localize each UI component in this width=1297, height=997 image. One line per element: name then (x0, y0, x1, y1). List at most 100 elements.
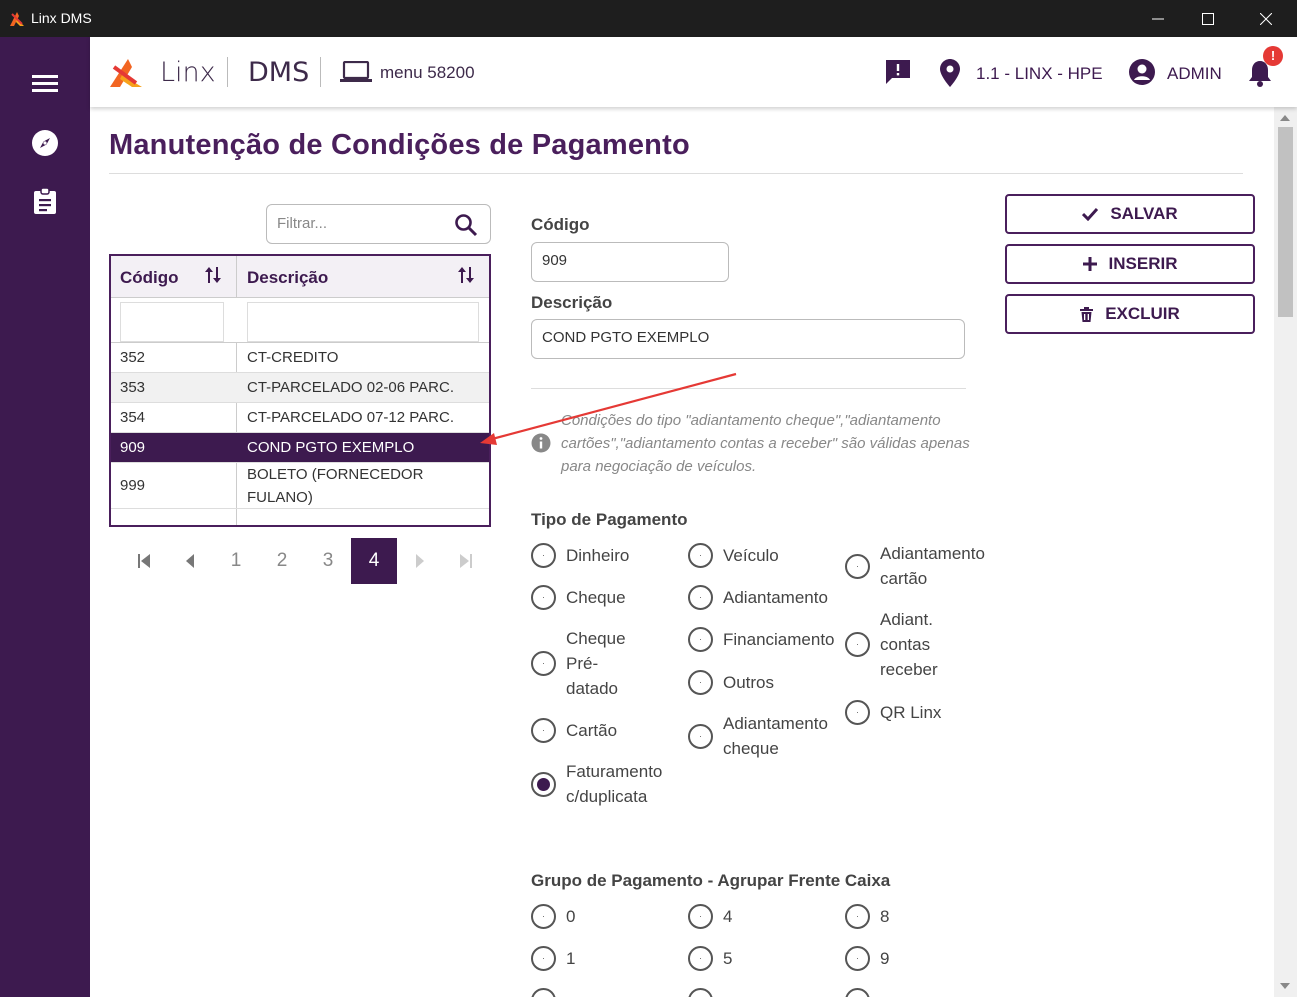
vertical-scrollbar[interactable] (1274, 107, 1297, 997)
description-column-filter[interactable] (247, 302, 479, 342)
radio-circle[interactable] (688, 627, 713, 652)
radio-circle[interactable] (531, 904, 556, 929)
radio-circle[interactable] (531, 543, 556, 568)
radio-group-4[interactable]: 4 (688, 904, 732, 929)
radio-circle[interactable] (688, 946, 713, 971)
radio-group-partial[interactable] (531, 988, 556, 997)
first-page-button[interactable] (121, 538, 167, 584)
radio-label: Financiamento (723, 630, 835, 649)
filter-input[interactable] (277, 215, 447, 232)
radio-qr-linx[interactable]: QR Linx (845, 700, 941, 725)
radio-dinheiro[interactable]: Dinheiro (531, 543, 629, 568)
last-page-button[interactable] (443, 538, 489, 584)
grid-header: Código Descrição (111, 256, 489, 298)
maximize-button[interactable] (1178, 0, 1238, 37)
radio-circle[interactable] (845, 553, 870, 579)
user-name[interactable]: ADMIN (1167, 64, 1222, 84)
hamburger-menu-button[interactable] (29, 67, 61, 99)
radio-financiamento[interactable]: Financiamento (688, 627, 835, 652)
radio-circle[interactable] (688, 904, 713, 929)
column-header-description[interactable]: Descrição (247, 256, 328, 298)
radio-circle[interactable] (845, 632, 870, 657)
radio-circle[interactable] (531, 946, 556, 971)
code-column-filter[interactable] (120, 302, 224, 342)
table-row[interactable]: 352 CT-CREDITO (111, 343, 489, 373)
save-button[interactable]: SALVAR (1005, 194, 1255, 234)
row-code: 909 (120, 439, 146, 456)
code-field[interactable] (542, 252, 719, 269)
radio-circle-checked[interactable] (531, 771, 556, 797)
next-page-button[interactable] (397, 538, 443, 584)
insert-button[interactable]: INSERIR (1005, 244, 1255, 284)
radio-faturamento-duplicata[interactable]: Faturamento c/duplicata (531, 759, 686, 809)
column-header-code[interactable]: Código (120, 256, 179, 298)
radio-label: Dinheiro (566, 546, 630, 565)
radio-circle[interactable] (688, 670, 713, 695)
table-row[interactable]: 354 CT-PARCELADO 07-12 PARC. (111, 403, 489, 433)
sidebar (0, 37, 90, 997)
window-titlebar: Linx DMS (0, 0, 1297, 37)
scroll-down-icon[interactable] (1280, 983, 1290, 989)
minimize-icon (1152, 18, 1164, 19)
radio-circle[interactable] (688, 585, 713, 610)
payment-conditions-grid: Código Descrição 352 CT-CREDITO 353 CT-P… (109, 254, 491, 527)
close-icon (1260, 12, 1272, 25)
radio-circle[interactable] (531, 651, 556, 676)
radio-group-8[interactable]: 8 (845, 904, 889, 929)
radio-circle[interactable] (531, 718, 556, 743)
radio-circle[interactable] (845, 904, 870, 929)
page-button[interactable]: 2 (259, 538, 305, 584)
delete-button[interactable]: EXCLUIR (1005, 294, 1255, 334)
search-icon[interactable] (454, 213, 478, 237)
sort-icon[interactable] (205, 266, 221, 284)
page-button[interactable]: 1 (213, 538, 259, 584)
row-description: CT-PARCELADO 07-12 PARC. (247, 409, 455, 426)
radio-circle[interactable] (845, 700, 870, 725)
branch-selector[interactable]: 1.1 - LINX - HPE (976, 64, 1103, 84)
radio-circle[interactable] (688, 723, 713, 749)
page-button[interactable]: 3 (305, 538, 351, 584)
radio-veiculo[interactable]: Veículo (688, 543, 779, 568)
close-button[interactable] (1236, 0, 1296, 37)
radio-outros[interactable]: Outros (688, 670, 774, 695)
scroll-thumb[interactable] (1278, 127, 1293, 317)
radio-cartao[interactable]: Cartão (531, 718, 617, 743)
radio-adiantamento-cartao[interactable]: Adiantamento cartão (845, 541, 1005, 591)
main-content: Manutenção de Condições de Pagamento Cód… (90, 107, 1274, 997)
feedback-icon[interactable] (885, 59, 911, 85)
radio-circle[interactable] (688, 543, 713, 568)
radio-adiantamento[interactable]: Adiantamento (688, 585, 828, 610)
location-pin-icon[interactable] (940, 59, 960, 87)
user-avatar-icon[interactable] (1128, 58, 1156, 86)
sidebar-item-explore[interactable] (29, 127, 61, 159)
radio-group-partial[interactable] (688, 988, 713, 997)
sort-icon[interactable] (458, 266, 474, 284)
prev-page-button[interactable] (167, 538, 213, 584)
checkmark-icon (1082, 207, 1099, 221)
radio-adiantamento-cheque[interactable]: Adiantamento cheque (688, 711, 848, 761)
radio-group-1[interactable]: 1 (531, 946, 575, 971)
radio-circle[interactable] (531, 585, 556, 610)
radio-group-5[interactable]: 5 (688, 946, 732, 971)
table-row[interactable]: 353 CT-PARCELADO 02-06 PARC. (111, 373, 489, 403)
scroll-up-icon[interactable] (1280, 115, 1290, 121)
radio-cheque-pre-datado[interactable]: Cheque Pré-datado (531, 626, 636, 701)
radio-adiant-contas-receber[interactable]: Adiant. contas receber (845, 607, 950, 682)
description-field[interactable] (542, 329, 931, 346)
page-button-current[interactable]: 4 (351, 538, 397, 584)
radio-cheque[interactable]: Cheque (531, 585, 626, 610)
table-row-selected[interactable]: 909 COND PGTO EXEMPLO (111, 433, 489, 463)
radio-group-partial[interactable] (845, 988, 870, 997)
plus-icon (1082, 257, 1097, 271)
radio-group-9[interactable]: 9 (845, 946, 889, 971)
radio-group-0[interactable]: 0 (531, 904, 575, 929)
radio-circle[interactable] (845, 946, 870, 971)
radio-circle[interactable] (531, 988, 556, 997)
radio-circle[interactable] (845, 988, 870, 997)
radio-circle[interactable] (688, 988, 713, 997)
sidebar-item-clipboard[interactable] (29, 185, 61, 217)
trash-icon (1080, 306, 1094, 322)
table-row[interactable]: 999 BOLETO (FORNECEDOR FULANO) (111, 463, 489, 509)
page-title: Manutenção de Condições de Pagamento (109, 129, 690, 161)
linx-logo-icon (110, 59, 142, 87)
